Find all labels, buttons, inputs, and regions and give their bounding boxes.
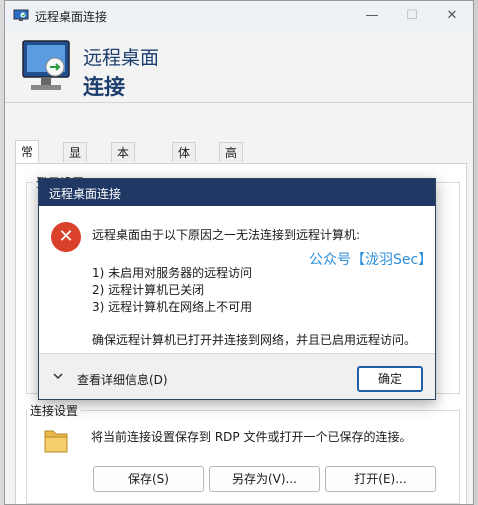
connection-settings-group: 连接设置 将当前连接设置保存到 RDP 文件或打开一个已保存的连接。 保存(S)… [26,402,460,504]
tab-local-resources[interactable]: 本地资源 [111,142,136,220]
tab-general[interactable]: 常规 [15,140,40,181]
tab-experience[interactable]: 体验 [172,142,197,180]
chevron-down-icon[interactable] [51,369,65,383]
tab-display[interactable]: 显示 [63,142,88,180]
dialog-title-bar: 远程桌面连接 [39,179,435,206]
connection-settings-title: 连接设置 [27,402,82,419]
header-divider [5,102,473,103]
header-line-2: 连接 [83,75,125,99]
reason-item: 2) 远程计算机已关闭 [92,283,205,297]
open-button[interactable]: 打开(E)... [325,466,436,492]
ok-button[interactable]: 确定 [357,366,423,392]
advice-text: 确保远程计算机已打开并连接到网络，并且已启用远程访问。 [92,333,417,347]
dialog-title: 远程桌面连接 [49,187,122,201]
header-line-1: 远程桌面 [83,47,160,69]
dialog-body: ✕ 远程桌面由于以下原因之一无法连接到远程计算机: 公众号【泷羽Sec】 1) … [39,206,435,353]
error-message: 远程桌面由于以下原因之一无法连接到远程计算机: [92,228,361,242]
error-dialog: 远程桌面连接 ✕ 远程桌面由于以下原因之一无法连接到远程计算机: 公众号【泷羽S… [38,178,436,400]
save-as-button[interactable]: 另存为(V)... [209,466,320,492]
connection-settings-text: 将当前连接设置保存到 RDP 文件或打开一个已保存的连接。 [91,430,412,444]
tab-advanced[interactable]: 高级 [219,142,244,180]
monitor-connect-icon [22,40,70,90]
maximize-button[interactable]: ☐ [399,7,425,25]
reason-item: 3) 远程计算机在网络上不可用 [92,300,253,314]
show-details-link[interactable]: 查看详细信息(D) [77,371,168,388]
header-banner: 远程桌面 连接 [5,31,473,103]
save-button[interactable]: 保存(S) [93,466,204,492]
reason-item: 1) 未启用对服务器的远程访问 [92,266,253,280]
close-button[interactable]: ✕ [439,7,465,25]
watermark-text: 公众号【泷羽Sec】 [309,252,433,268]
rdp-main-window: 远程桌面连接 — ☐ ✕ 远程桌面 连接 常规 显示 本地资源 体验 高级 登录… [4,0,474,505]
folder-icon [44,430,68,453]
minimize-button[interactable]: — [359,7,385,25]
window-title: 远程桌面连接 [35,10,108,24]
dialog-footer: 查看详细信息(D) 确定 [39,353,435,399]
title-bar: 远程桌面连接 — ☐ ✕ [5,1,473,31]
error-icon: ✕ [51,222,81,252]
rdp-app-icon [13,9,29,21]
